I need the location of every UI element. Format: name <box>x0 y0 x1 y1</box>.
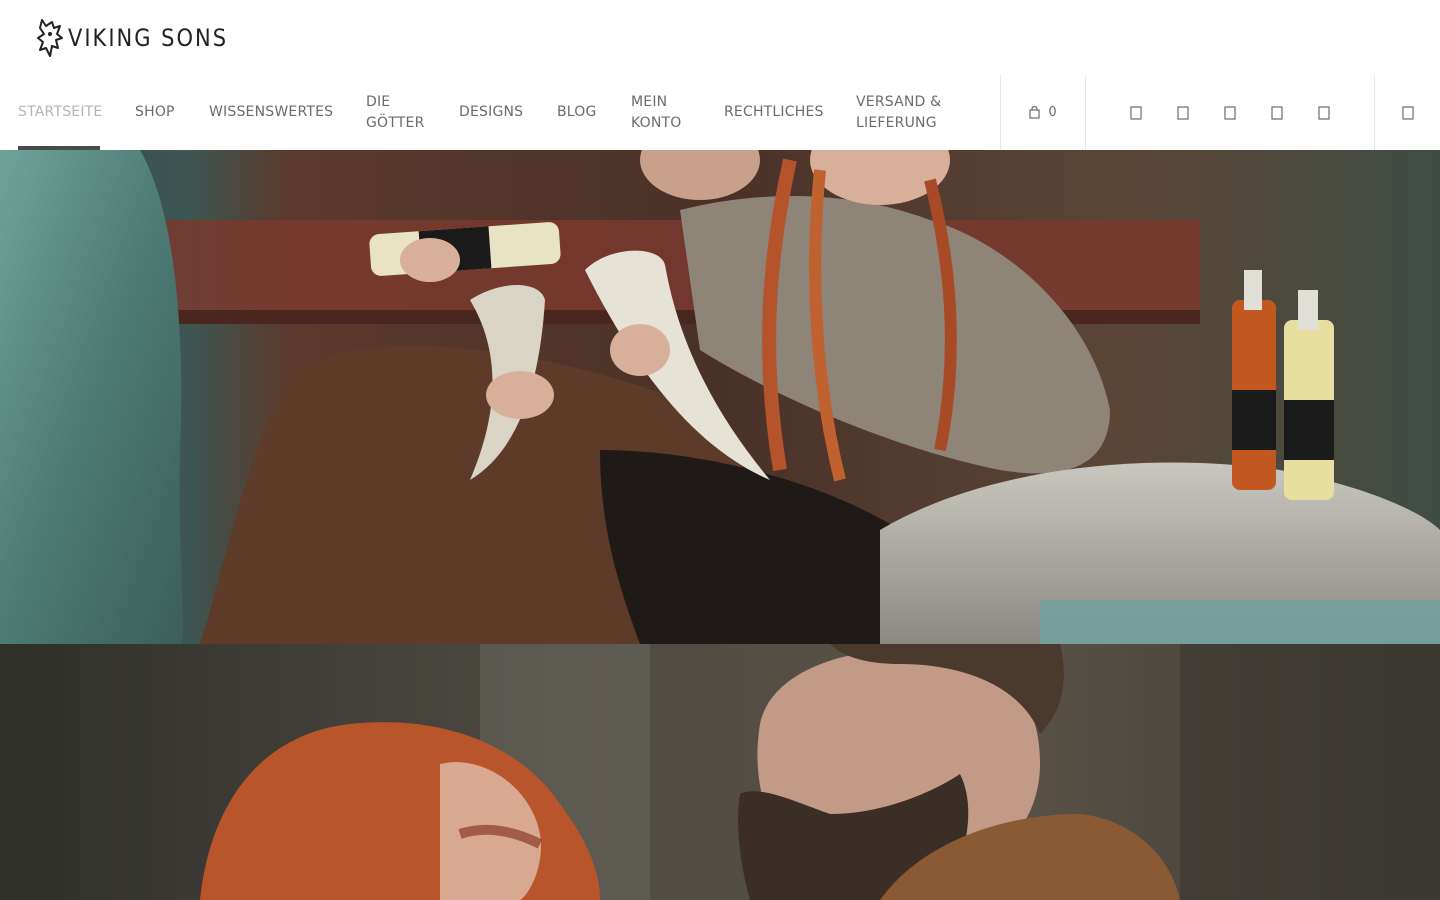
nav-item-versand-lieferung[interactable]: VERSAND & LIEFERUNG <box>856 75 941 150</box>
hero-image-mead-drinking <box>0 150 1440 644</box>
shopping-bag-icon <box>1029 106 1040 119</box>
hero-image-viking-couple <box>0 644 1440 900</box>
nav-item-startseite[interactable]: STARTSEITE <box>18 75 103 150</box>
nav-label-line2: GÖTTER <box>366 114 425 131</box>
social-divider <box>1374 75 1375 150</box>
site-logo[interactable]: VIKING SONS <box>36 16 228 60</box>
nav-label: SHOP <box>135 104 175 120</box>
nav-item-die-goetter[interactable]: DIE GÖTTER <box>366 75 425 150</box>
nav-label: STARTSEITE <box>18 104 103 120</box>
nav-item-shop[interactable]: SHOP <box>135 75 175 150</box>
twitter-icon[interactable] <box>1304 75 1344 150</box>
nav-item-blog[interactable]: BLOG <box>557 75 597 150</box>
nav-item-wissenswertes[interactable]: WISSENSWERTES <box>209 75 333 150</box>
nav-label: RECHTLICHES <box>724 104 824 120</box>
pinterest-icon[interactable] <box>1210 75 1250 150</box>
facebook-icon[interactable] <box>1116 75 1156 150</box>
header-top: VIKING SONS <box>0 0 1440 75</box>
search-icon[interactable] <box>1388 75 1428 150</box>
nav-label: BLOG <box>557 104 597 120</box>
nav-label-line2: LIEFERUNG <box>856 114 937 131</box>
nav-label-line2: KONTO <box>631 114 682 131</box>
nav-item-mein-konto[interactable]: MEIN KONTO <box>631 75 681 150</box>
cart-count: 0 <box>1048 105 1057 120</box>
nav-item-designs[interactable]: DESIGNS <box>459 75 523 150</box>
instagram-icon[interactable] <box>1163 75 1203 150</box>
nav-label: WISSENSWERTES <box>209 104 334 120</box>
logo-text: VIKING SONS <box>68 24 229 52</box>
nav-label-line1: MEIN <box>631 93 668 110</box>
nav-item-rechtliches[interactable]: RECHTLICHES <box>724 75 824 150</box>
nav-label-line1: DIE <box>366 93 391 110</box>
cart-button[interactable]: 0 <box>1001 75 1085 150</box>
nav-label: DESIGNS <box>459 104 524 120</box>
youtube-icon[interactable] <box>1257 75 1297 150</box>
wolf-head-icon <box>37 19 63 57</box>
nav-label-line1: VERSAND & <box>856 93 942 110</box>
cart-divider <box>1085 75 1086 150</box>
